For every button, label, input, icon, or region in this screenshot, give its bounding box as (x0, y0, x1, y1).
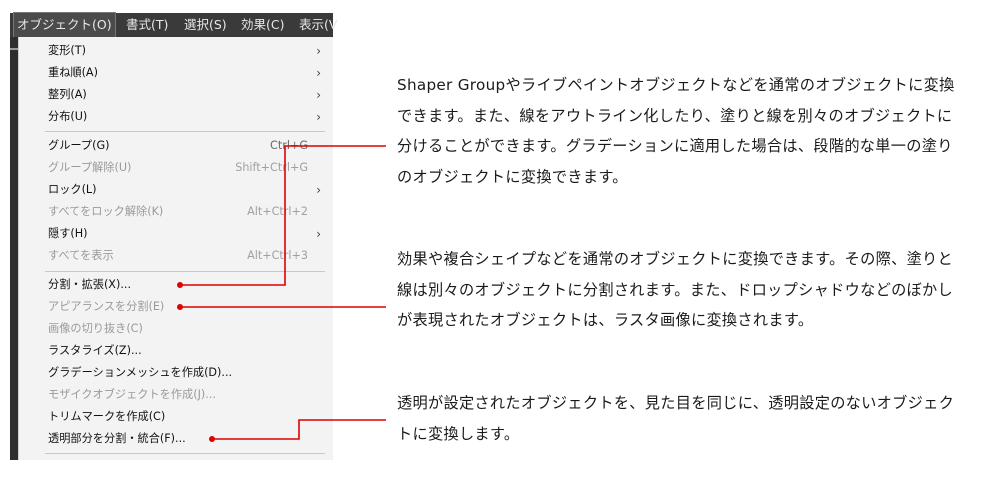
leader-dot (177, 304, 183, 310)
leader-line-expand (180, 145, 386, 286)
leader-line-flatten (212, 419, 386, 440)
leader-dot (177, 282, 183, 288)
leader-dot (209, 436, 215, 442)
annotation-expand-appearance: 効果や複合シェイプなどを通常のオブジェクトに変換できます。その際、塗りと線は別々… (397, 250, 954, 329)
annotation-expand: Shaper Groupやライブペイントオブジェクトなどを通常のオブジェクトに変… (397, 76, 955, 186)
annotation-flatten-transparency: 透明が設定されたオブジェクトを、見た目を同じに、透明設定のないオブジェクトに変換… (397, 394, 955, 443)
